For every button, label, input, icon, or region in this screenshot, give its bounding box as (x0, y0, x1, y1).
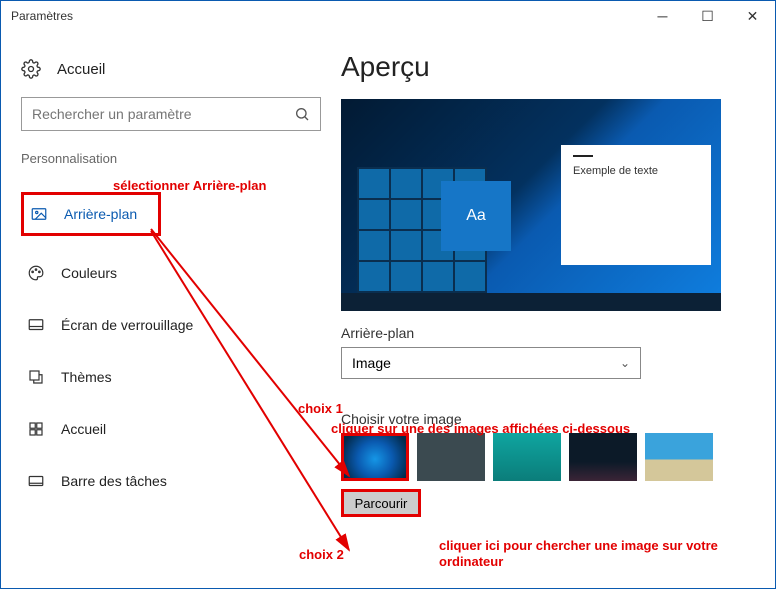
chevron-down-icon: ⌄ (620, 356, 630, 370)
choose-image-label: Choisir votre image (341, 411, 745, 427)
browse-button[interactable]: Parcourir (341, 489, 421, 517)
gear-icon (21, 59, 41, 79)
sidebar-home[interactable]: Accueil (21, 51, 321, 97)
taskbar-icon (27, 472, 45, 490)
lockscreen-icon (27, 316, 45, 334)
sidebar-item-colors[interactable]: Couleurs (21, 254, 321, 292)
sidebar-item-label: Arrière-plan (64, 206, 137, 222)
sidebar-item-label: Accueil (61, 421, 106, 437)
preview-taskbar (341, 293, 721, 311)
preview-aa: Aa (441, 181, 511, 251)
preview-sample-window: Exemple de texte (561, 145, 711, 265)
search-icon (294, 106, 310, 122)
close-button[interactable]: ✕ (730, 1, 775, 31)
window-title: Paramètres (11, 9, 73, 23)
image-thumbnails (341, 433, 745, 481)
background-dropdown[interactable]: Image ⌄ (341, 347, 641, 379)
start-icon (27, 420, 45, 438)
thumbnail-4[interactable] (569, 433, 637, 481)
titlebar: Paramètres ─ ☐ ✕ (1, 1, 775, 31)
desktop-preview: Aa Exemple de texte (341, 99, 721, 311)
sidebar-item-label: Couleurs (61, 265, 117, 281)
sidebar-item-label: Thèmes (61, 369, 112, 385)
sidebar-item-label: Écran de verrouillage (61, 317, 193, 333)
themes-icon (27, 368, 45, 386)
sidebar-item-themes[interactable]: Thèmes (21, 358, 321, 396)
dropdown-value: Image (352, 355, 391, 371)
page-title: Aperçu (341, 51, 745, 83)
sidebar-item-label: Barre des tâches (61, 473, 167, 489)
picture-icon (30, 205, 48, 223)
section-title: Personnalisation (21, 151, 321, 166)
thumbnail-1[interactable] (341, 433, 409, 481)
sidebar-item-taskbar[interactable]: Barre des tâches (21, 462, 321, 500)
thumbnail-5[interactable] (645, 433, 713, 481)
search-field[interactable] (32, 106, 294, 122)
minimize-button[interactable]: ─ (640, 1, 685, 31)
search-input[interactable] (21, 97, 321, 131)
window-controls: ─ ☐ ✕ (640, 1, 775, 31)
palette-icon (27, 264, 45, 282)
sidebar-item-lockscreen[interactable]: Écran de verrouillage (21, 306, 321, 344)
sidebar-item-background[interactable]: Arrière-plan (21, 192, 161, 236)
preview-sample-text: Exemple de texte (573, 165, 658, 177)
background-label: Arrière-plan (341, 325, 745, 341)
main-panel: Aperçu Aa Exemple de texte Arrière-plan … (341, 31, 775, 586)
sidebar-home-label: Accueil (57, 61, 105, 78)
maximize-button[interactable]: ☐ (685, 1, 730, 31)
thumbnail-3[interactable] (493, 433, 561, 481)
thumbnail-2[interactable] (417, 433, 485, 481)
browse-label: Parcourir (355, 496, 408, 511)
sidebar-item-start[interactable]: Accueil (21, 410, 321, 448)
sidebar: Accueil Personnalisation Arrière-plan Co… (1, 31, 341, 586)
